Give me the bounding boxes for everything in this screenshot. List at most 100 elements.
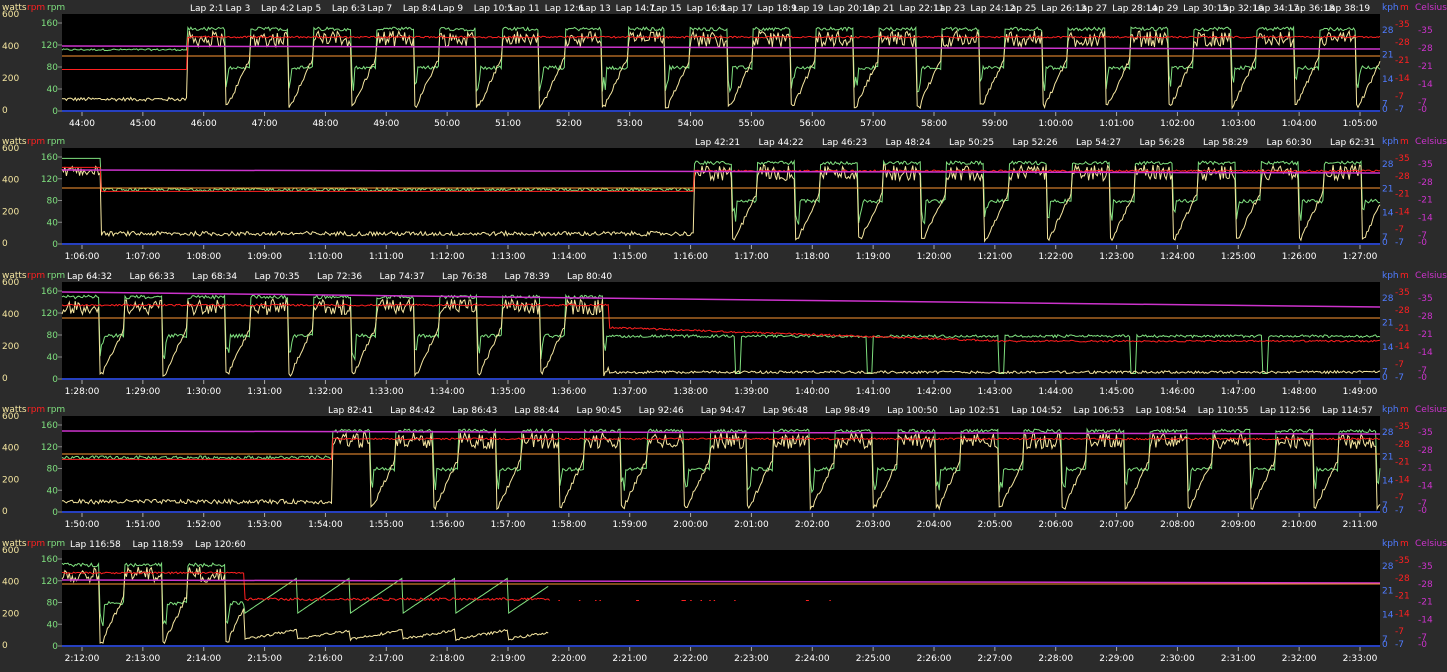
lap-label: Lap 100:50	[887, 406, 938, 416]
axis-label-rpm: rpm	[27, 3, 45, 13]
lap-label: Lap 92:46	[639, 406, 684, 416]
ride-chart-stack: watts rpm rpm kph m Celsius 600 400 200 0 160 120 80…	[0, 0, 1447, 668]
lap-label: Lap 58:29	[1203, 138, 1248, 148]
x-tick-label: 1:19:00	[856, 252, 891, 262]
celsius-tick-zero: -0	[1418, 640, 1427, 650]
x-tick-label: 48:00	[312, 119, 338, 129]
rpm-tick: 160	[41, 153, 58, 163]
m-tick: -35	[1395, 288, 1410, 298]
x-tick-label: 1:41:00	[856, 387, 891, 397]
watts-tick: 400	[2, 176, 19, 186]
kph-tick-bottom: -7	[1395, 238, 1404, 248]
x-tick-label: 2:01:00	[734, 520, 769, 530]
kph-tick: 21	[1382, 184, 1393, 194]
axis-label-rpm: rpm	[27, 405, 45, 415]
x-tick-label: 2:03:00	[856, 520, 891, 530]
x-tick-label: 1:15:00	[612, 252, 647, 262]
rpm-tick: 120	[41, 309, 58, 319]
lap-label: Lap 13	[580, 4, 611, 14]
lap-label: Lap 50:25	[949, 138, 994, 148]
lap-label: Lap 84:42	[390, 406, 435, 416]
axis-label-m: m	[1400, 271, 1409, 281]
watts-tick: 600	[2, 144, 19, 154]
axis-label-celsius: Celsius	[1415, 405, 1447, 415]
x-tick-label: 2:29:00	[1099, 654, 1134, 664]
x-tick-label: 1:46:00	[1160, 387, 1195, 397]
kph-tick-bottom: -7	[1395, 373, 1404, 383]
watts-tick: 200	[2, 475, 19, 485]
x-tick-label: 2:05:00	[978, 520, 1013, 530]
axis-label-rpm: rpm	[27, 137, 45, 147]
axis-label-m: m	[1400, 3, 1409, 13]
x-tick-label: 1:44:00	[1038, 387, 1073, 397]
lap-label: Lap 106:53	[1074, 406, 1125, 416]
lap-label: Lap 4:2	[261, 4, 295, 14]
x-tick-label: 2:26:00	[917, 654, 952, 664]
axis-label-celsius: Celsius	[1415, 539, 1447, 549]
celsius-tick: -35	[1418, 294, 1433, 304]
m-tick: -28	[1395, 574, 1410, 584]
x-tick-label: 2:21:00	[612, 654, 647, 664]
kph-tick: 21	[1382, 319, 1393, 329]
x-tick-label: 1:24:00	[1160, 252, 1195, 262]
lap-label: Lap 6:3	[332, 4, 366, 14]
rpm-tick: 80	[47, 197, 59, 207]
m-tick: -28	[1395, 440, 1410, 450]
celsius-tick: -14	[1418, 348, 1433, 358]
axis-label-kph: kph	[1382, 271, 1399, 281]
celsius-tick-zero: -0	[1418, 105, 1427, 115]
x-tick-label: 2:18:00	[430, 654, 465, 664]
celsius-tick: -28	[1418, 178, 1433, 188]
lap-label: Lap 23	[935, 4, 966, 14]
x-tick-label: 1:33:00	[369, 387, 404, 397]
x-tick-label: 1:16:00	[673, 252, 708, 262]
kph-tick: 28	[1382, 160, 1394, 170]
celsius-tick: -21	[1418, 196, 1433, 206]
lap-label: Lap 64:32	[67, 272, 112, 282]
watts-tick: 600	[2, 10, 19, 20]
x-tick-label: 1:49:00	[1343, 387, 1378, 397]
lap-label: Lap 9	[438, 4, 463, 14]
lap-label: Lap 21	[864, 4, 895, 14]
watts-tick: 600	[2, 546, 19, 556]
m-tick: -14	[1395, 74, 1410, 84]
celsius-tick: -28	[1418, 44, 1433, 54]
kph-tick: 28	[1382, 294, 1394, 304]
celsius-tick: -28	[1418, 446, 1433, 456]
m-tick: -14	[1395, 342, 1410, 352]
kph-tick: 21	[1382, 452, 1393, 462]
x-tick-label: 50:00	[434, 119, 460, 129]
lap-label: Lap 7	[367, 4, 392, 14]
m-tick: -35	[1395, 556, 1410, 566]
m-tick: -21	[1395, 56, 1410, 66]
x-tick-label: 1:43:00	[978, 387, 1013, 397]
watts-tick: 600	[2, 412, 19, 422]
rpm-tick: 40	[47, 353, 59, 363]
rpm-tick: 80	[47, 465, 59, 475]
x-tick-label: 1:25:00	[1221, 252, 1256, 262]
m-tick: -21	[1395, 458, 1410, 468]
x-tick-label: 1:10:00	[308, 252, 343, 262]
x-tick-label: 1:28:00	[65, 387, 100, 397]
lap-label: Lap 74:37	[380, 272, 425, 282]
x-tick-label: 1:29:00	[126, 387, 161, 397]
m-tick: -35	[1395, 422, 1410, 432]
lap-label: Lap 70:35	[255, 272, 300, 282]
lap-label: Lap 72:36	[317, 272, 362, 282]
axis-label-kph: kph	[1382, 137, 1399, 147]
lap-label: Lap 5	[296, 4, 321, 14]
chart-panel-5	[58, 550, 1381, 651]
lap-label: Lap 29	[1148, 4, 1179, 14]
rpm-tick: 160	[41, 421, 58, 431]
rpm-tick: 0	[52, 107, 58, 117]
x-tick-label: 2:32:00	[1282, 654, 1317, 664]
kph-tick-zero: 0	[1382, 105, 1388, 115]
m-tick: -28	[1395, 172, 1410, 182]
x-tick-label: 53:00	[617, 119, 643, 129]
x-tick-label: 1:31:00	[247, 387, 282, 397]
rpm-tick: 40	[47, 85, 59, 95]
watts-tick: 200	[2, 207, 19, 217]
x-tick-label: 1:30:00	[186, 387, 221, 397]
x-tick-label: 2:33:00	[1343, 654, 1378, 664]
x-tick-label: 1:50:00	[65, 520, 100, 530]
